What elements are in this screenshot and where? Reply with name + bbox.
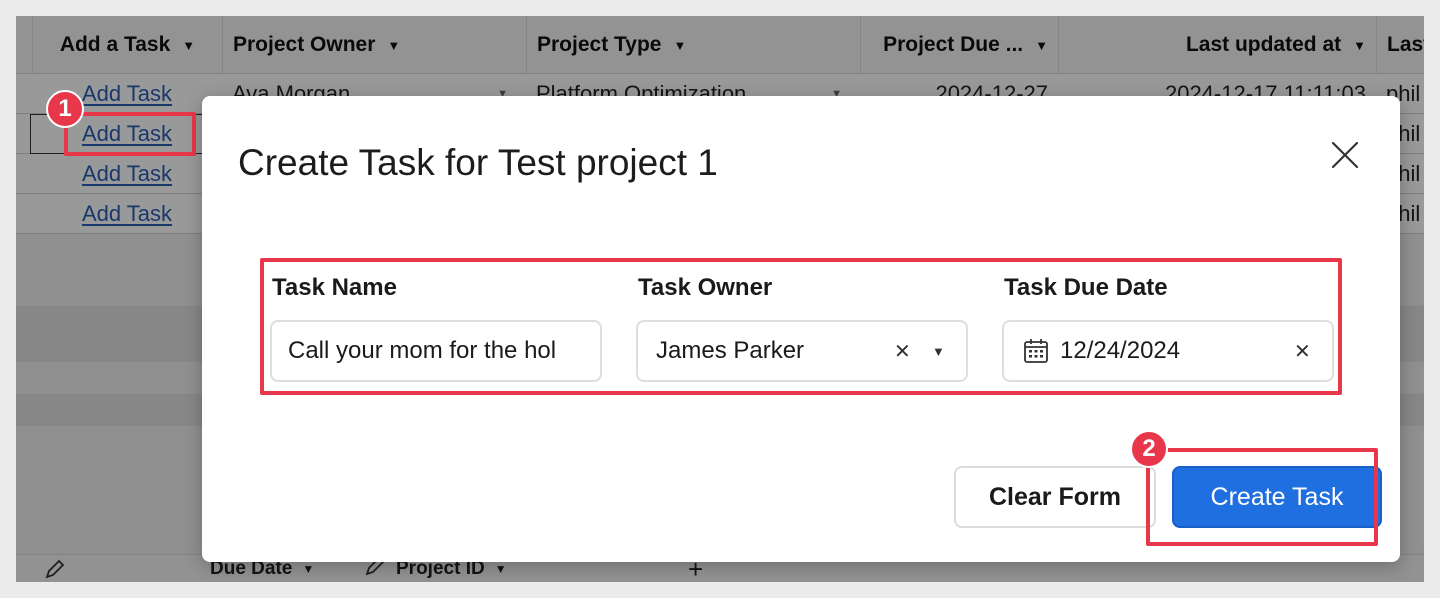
annotation-box-1 bbox=[64, 112, 196, 156]
annotation-box-2 bbox=[1146, 448, 1378, 546]
app-frame: Add a Task ▼ Project Owner ▼ Project Type ▼… bbox=[16, 16, 1424, 582]
annotation-badge-2: 2 bbox=[1130, 430, 1168, 468]
annotation-box-fields bbox=[260, 258, 1342, 395]
close-icon[interactable] bbox=[1326, 136, 1364, 174]
clear-form-button[interactable]: Clear Form bbox=[954, 466, 1156, 528]
dialog-title: Create Task for Test project 1 bbox=[238, 142, 718, 183]
annotation-badge-1: 1 bbox=[46, 90, 84, 128]
